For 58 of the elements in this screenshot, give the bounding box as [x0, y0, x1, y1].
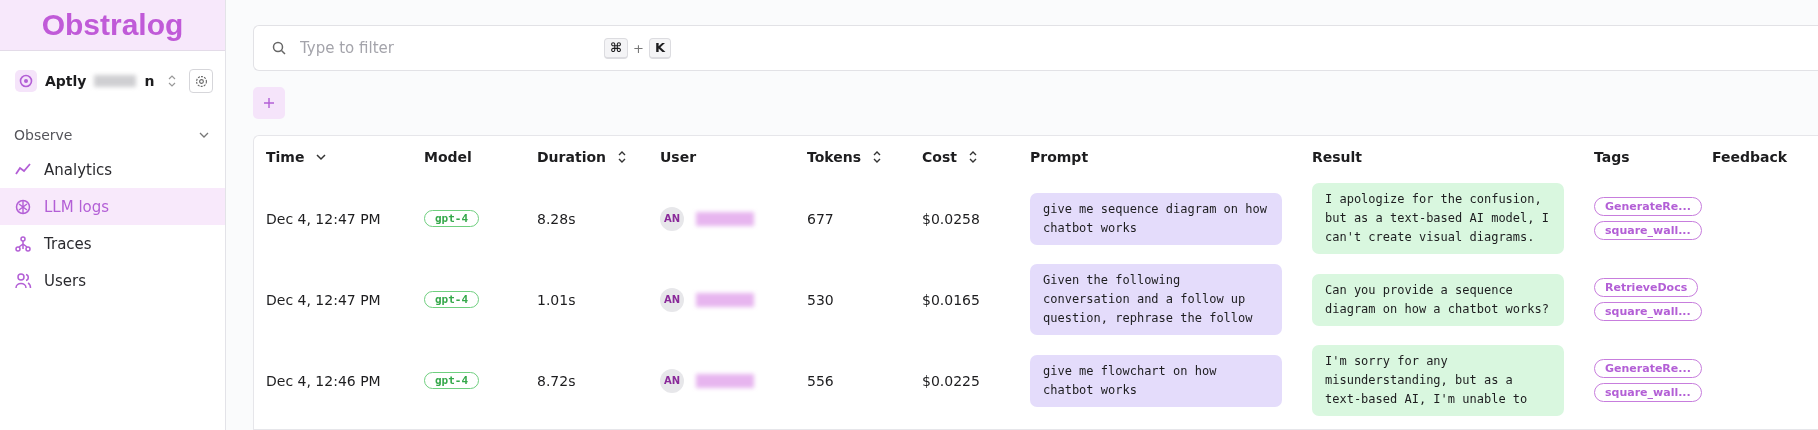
sort-icon[interactable]: [873, 151, 882, 163]
column-header[interactable]: Time: [266, 149, 305, 165]
table-cell: 8.28s: [537, 210, 576, 227]
table-cell: $0.0165: [922, 291, 980, 308]
column-header[interactable]: Tokens: [807, 149, 862, 165]
project-name[interactable]: Aptly: [45, 73, 87, 89]
users-icon: [14, 271, 32, 290]
redaction-blur: [696, 211, 754, 226]
project-icon: [15, 70, 37, 92]
column-header[interactable]: Result: [1312, 149, 1363, 165]
user-avatar: AN: [660, 287, 684, 312]
logo: Obstralog: [0, 0, 225, 51]
settings-button[interactable]: [189, 69, 213, 93]
table-cell: $0.0225: [922, 372, 980, 389]
sort-icon[interactable]: [618, 151, 626, 163]
sidebar-item[interactable]: Users: [0, 262, 225, 299]
key-cap: ⌘: [604, 37, 629, 59]
tree-icon: [14, 234, 32, 253]
column-header[interactable]: Prompt: [1030, 149, 1089, 165]
table-cell: Dec 4, 12:47 PM: [266, 291, 381, 308]
sort-icon[interactable]: [968, 151, 977, 163]
prompt-text: give me flowchart on how chatbot works: [1030, 354, 1282, 407]
search-icon: [272, 41, 286, 55]
chevron-icon[interactable]: [199, 131, 209, 139]
search-field[interactable]: Type to filter: [298, 38, 592, 58]
sidebar-item[interactable]: Analytics: [0, 151, 225, 188]
table-cell: 530: [807, 291, 834, 308]
column-header[interactable]: Duration: [537, 149, 606, 165]
redaction-blur: [696, 373, 754, 388]
chevron-down-icon[interactable]: [316, 153, 327, 161]
column-header[interactable]: User: [660, 149, 697, 165]
table-cell: $0.0258: [922, 210, 980, 227]
table-cell: Dec 4, 12:46 PM: [266, 372, 381, 389]
column-header[interactable]: Feedback: [1712, 149, 1788, 165]
table-cell: 8.72s: [537, 372, 576, 389]
result-text: Can you provide a sequence diagram on how a chatbot works?: [1312, 273, 1564, 326]
table-cell: 677: [807, 210, 834, 227]
user-avatar: AN: [660, 206, 684, 231]
column-header[interactable]: Tags: [1594, 149, 1630, 165]
column-header[interactable]: Cost: [922, 149, 957, 165]
key-cap: K: [648, 37, 672, 59]
sidebar-item[interactable]: Traces: [0, 225, 225, 262]
table-cell: Dec 4, 12:47 PM: [266, 210, 381, 227]
table-cell: 556: [807, 372, 834, 389]
result-text: I'm sorry for any misunderstanding, but as a text-based AI, I'm unable to: [1312, 345, 1564, 416]
prompt-text: Given the following conversation and a follow up question, rephrase the follow: [1030, 264, 1282, 335]
result-text: I apologize for the confusion, but as a text-based AI model, I can't create visual diagrams.: [1312, 183, 1564, 254]
settings-icon: [194, 74, 208, 88]
prompt-text: give me sequence diagram on how chatbot works: [1030, 192, 1282, 245]
column-header[interactable]: Model: [424, 149, 472, 165]
plus-icon: [263, 97, 275, 109]
user-avatar: AN: [660, 368, 684, 393]
table-cell: 1.01s: [537, 291, 576, 308]
redaction-blur: [94, 75, 137, 87]
plus-sign: +: [633, 40, 644, 56]
section-label: Observe: [14, 127, 73, 143]
redaction-blur: [696, 292, 754, 307]
project-name[interactable]: n: [144, 73, 155, 89]
